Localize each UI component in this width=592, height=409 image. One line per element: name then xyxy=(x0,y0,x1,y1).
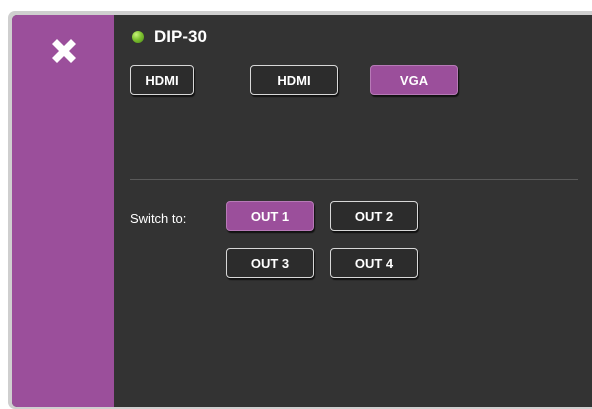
close-button[interactable] xyxy=(48,35,80,67)
device-name: DIP-30 xyxy=(154,27,207,46)
output-button-out1[interactable]: OUT 1 xyxy=(226,201,314,231)
panel-content: DIP-30 HDMI HDMI VGA Switch to: OUT 1 OU… xyxy=(114,15,592,407)
device-header: DIP-30 xyxy=(132,27,207,47)
input-button-hdmi-1[interactable]: HDMI xyxy=(130,65,194,95)
close-x-icon xyxy=(52,39,76,63)
status-indicator-icon xyxy=(132,31,144,43)
sidebar xyxy=(12,15,114,407)
section-divider xyxy=(130,179,578,180)
switch-to-label: Switch to: xyxy=(130,211,187,226)
device-panel: DIP-30 HDMI HDMI VGA Switch to: OUT 1 OU… xyxy=(12,15,592,407)
output-button-out3[interactable]: OUT 3 xyxy=(226,248,314,278)
output-button-out2[interactable]: OUT 2 xyxy=(330,201,418,231)
output-button-out4[interactable]: OUT 4 xyxy=(330,248,418,278)
input-button-hdmi-2[interactable]: HDMI xyxy=(250,65,338,95)
input-button-vga[interactable]: VGA xyxy=(370,65,458,95)
